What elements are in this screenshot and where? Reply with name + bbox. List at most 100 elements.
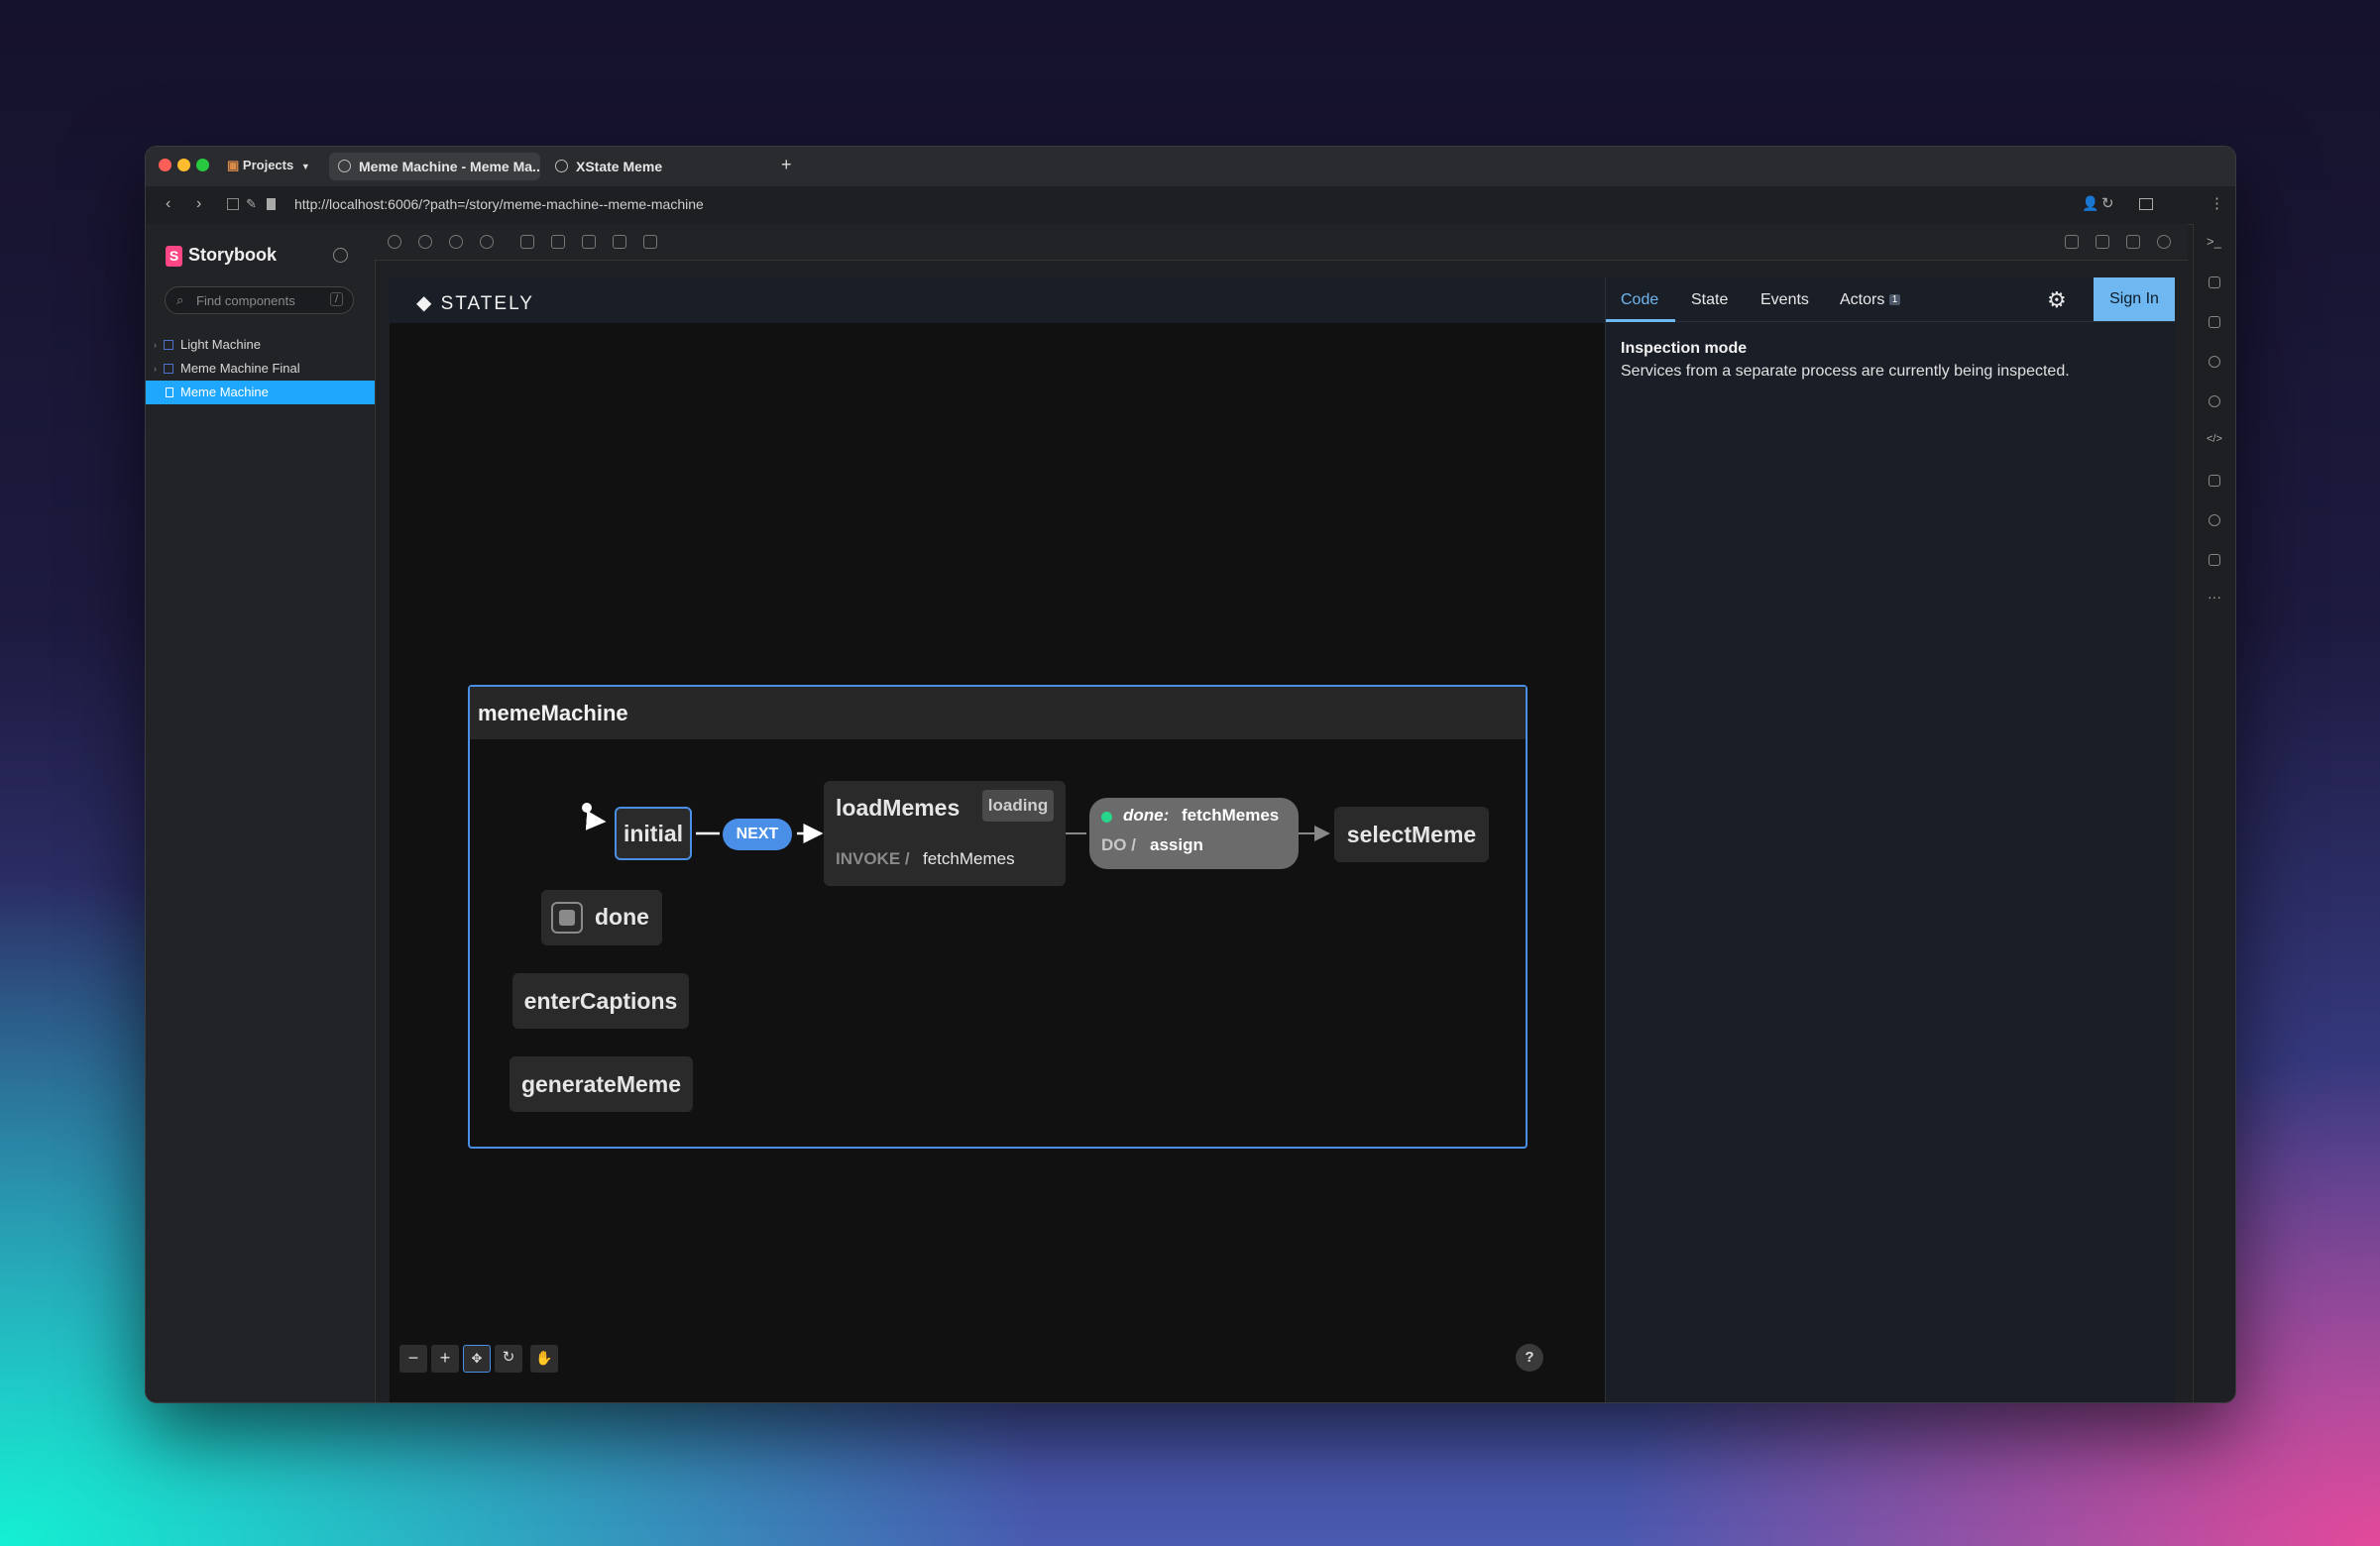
search-input[interactable]: ⌕ Find components / — [165, 286, 354, 314]
do-label: DO / — [1101, 835, 1136, 854]
inspection-title: Inspection mode — [1621, 340, 1748, 357]
storybook-sidebar: S Storybook ⌕ Find components / › Light … — [146, 224, 376, 1402]
component-icon — [164, 364, 173, 374]
close-window-button[interactable] — [159, 159, 171, 171]
tab-events[interactable]: Events — [1760, 291, 1809, 309]
projects-menu[interactable]: ▣ Projects ▼ — [227, 158, 310, 173]
stately-side-panel: Code State Events Actors 1 ⚙ Inspection … — [1605, 277, 2175, 1402]
tab-xstate-meme[interactable]: XState Meme — [546, 153, 764, 180]
outline-icon[interactable] — [643, 235, 657, 249]
minimize-window-button[interactable] — [177, 159, 190, 171]
state-initial[interactable]: initial — [615, 807, 692, 860]
palette-icon[interactable] — [2209, 514, 2220, 526]
help-button[interactable]: ? — [1516, 1344, 1543, 1372]
maximize-window-button[interactable] — [196, 159, 209, 171]
story-icon — [166, 387, 173, 397]
storybook-toolbar — [375, 224, 2188, 261]
state-loadMemes[interactable]: loadMemes loading INVOKE / fetchMemes — [824, 781, 1066, 886]
done-service: fetchMemes — [1182, 806, 1280, 825]
reload-story-icon[interactable] — [388, 235, 401, 249]
background-icon[interactable] — [520, 235, 534, 249]
forward-icon[interactable]: › — [196, 195, 201, 213]
inspect-icon[interactable] — [2209, 276, 2220, 288]
event-done-fetchMemes[interactable]: done: fetchMemes DO / assign — [1089, 798, 1299, 869]
chevron-right-icon: › — [154, 340, 157, 350]
zoom-out-button[interactable]: − — [399, 1345, 427, 1373]
active-event-dot — [1101, 812, 1112, 823]
machine-root-state[interactable]: memeMachine initial NEXT loadMemes loadi… — [468, 685, 1528, 1149]
chevron-right-icon: › — [154, 364, 157, 374]
pan-mode-button[interactable]: ✋ — [530, 1345, 558, 1373]
profile-icon[interactable]: 👤 — [2082, 195, 2098, 212]
open-new-tab-icon[interactable] — [2126, 235, 2140, 249]
split-view-icon[interactable] — [2139, 198, 2153, 210]
tab-meme-machine[interactable]: Meme Machine - Meme Ma... — [329, 153, 540, 180]
apps-icon[interactable] — [227, 198, 239, 210]
state-enterCaptions[interactable]: enterCaptions — [512, 973, 689, 1029]
story-preview: ◆ STATELY memeMachine initial NEXT loadM… — [390, 277, 2175, 1402]
search-icon: ⌕ — [176, 292, 184, 307]
code-icon[interactable]: </> — [2207, 433, 2222, 445]
copy-link-icon[interactable] — [2157, 235, 2171, 249]
browser-window: ▣ Projects ▼ Meme Machine - Meme Ma... X… — [145, 146, 2236, 1403]
zoom-in-button[interactable]: + — [431, 1345, 459, 1373]
fit-view-button[interactable]: ✥ — [463, 1345, 491, 1373]
final-state-icon — [551, 902, 583, 934]
document-icon[interactable] — [2209, 475, 2220, 487]
url-field[interactable]: http://localhost:6006/?path=/story/meme-… — [294, 196, 704, 212]
sidebar-item-light-machine[interactable]: › Light Machine — [146, 333, 375, 357]
state-done[interactable]: done — [541, 890, 662, 945]
viewport-icon[interactable] — [582, 235, 596, 249]
bookmark-icon[interactable] — [267, 198, 276, 210]
chevron-down-icon: ▼ — [300, 162, 310, 171]
hand-icon: ✋ — [535, 1350, 553, 1366]
gear-icon[interactable]: ⚙ — [2047, 287, 2067, 313]
panel-toggle-icon[interactable] — [2065, 235, 2079, 249]
stately-logo-icon: ◆ — [416, 292, 434, 314]
state-loadMemes-label: loadMemes — [836, 795, 961, 821]
back-icon[interactable]: ‹ — [166, 195, 170, 213]
zoom-in-icon[interactable] — [418, 235, 432, 249]
timer-icon[interactable] — [2209, 395, 2220, 407]
event-next[interactable]: NEXT — [723, 819, 792, 850]
state-done-label: done — [595, 904, 649, 930]
zoom-reset-icon[interactable] — [480, 235, 494, 249]
grid-icon[interactable] — [551, 235, 565, 249]
measure-icon[interactable] — [613, 235, 626, 249]
state-generateMeme[interactable]: generateMeme — [510, 1056, 693, 1112]
sidebar-item-meme-machine-final[interactable]: › Meme Machine Final — [146, 357, 375, 381]
globe-icon — [338, 160, 351, 172]
done-label: done: — [1123, 806, 1170, 825]
do-action: assign — [1150, 835, 1203, 854]
statechart-canvas[interactable]: memeMachine initial NEXT loadMemes loadi… — [390, 323, 1605, 1402]
sign-in-button[interactable]: Sign In — [2094, 277, 2175, 321]
reset-icon: ↻ — [502, 1349, 515, 1366]
accessibility-icon[interactable] — [2209, 356, 2220, 368]
settings-icon[interactable] — [333, 248, 348, 263]
brush-icon[interactable] — [2209, 554, 2220, 566]
more-addons-icon[interactable]: ··· — [2208, 589, 2221, 605]
new-tab-button[interactable]: + — [781, 155, 792, 175]
fit-view-icon: ✥ — [471, 1351, 483, 1366]
zoom-out-icon[interactable] — [449, 235, 463, 249]
invoke-label: INVOKE / — [836, 849, 910, 868]
tab-actors[interactable]: Actors 1 — [1840, 291, 1901, 309]
stately-logo: ◆ STATELY — [416, 292, 534, 314]
component-icon — [164, 340, 173, 350]
reload-icon[interactable]: ↻ — [2101, 194, 2114, 212]
addon-sidebar: >_ </> ··· — [2193, 224, 2235, 1402]
state-selectMeme[interactable]: selectMeme — [1334, 807, 1489, 862]
title-bar: ▣ Projects ▼ Meme Machine - Meme Ma... X… — [146, 147, 2235, 186]
sidebar-item-meme-machine[interactable]: Meme Machine — [146, 381, 375, 404]
terminal-icon[interactable]: >_ — [2207, 234, 2221, 249]
more-menu-icon[interactable]: ⋮ — [2210, 194, 2224, 212]
layers-icon[interactable] — [2209, 316, 2220, 328]
active-tab-indicator — [1606, 319, 1675, 322]
fullscreen-icon[interactable] — [2096, 235, 2109, 249]
invoke-service: fetchMemes — [923, 849, 1015, 868]
pencil-icon[interactable]: ✎ — [246, 196, 257, 212]
tab-code[interactable]: Code — [1621, 291, 1658, 309]
reset-view-button[interactable]: ↻ — [495, 1345, 522, 1373]
briefcase-icon: ▣ — [227, 158, 240, 172]
tab-state[interactable]: State — [1691, 291, 1728, 309]
